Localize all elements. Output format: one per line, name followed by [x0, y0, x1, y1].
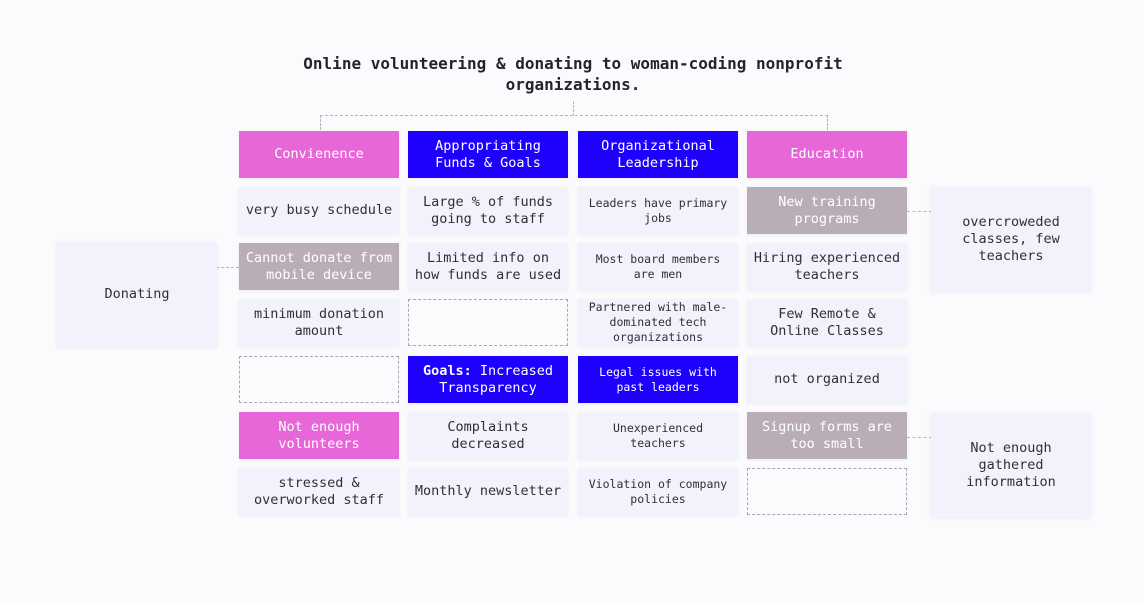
card-partnered-male-dominated: Partnered with male-dominated tech organ…	[578, 299, 738, 346]
side-note-donating-label: Donating	[104, 286, 170, 302]
card-legal-issues: Legal issues with past leaders	[578, 356, 738, 403]
column-header-appropriating-funds: Appropriating Funds & Goals	[408, 131, 568, 178]
card-unexperienced-teachers: Unexperienced teachers	[578, 412, 738, 459]
connector-not-enough-info	[907, 437, 932, 438]
side-note-donating: Donating	[57, 242, 217, 347]
card-funds-to-staff: Large % of funds going to staff	[408, 187, 568, 234]
card-minimum-donation: minimum donation amount	[239, 299, 399, 346]
card-hiring-experienced-teachers: Hiring experienced teachers	[747, 243, 907, 290]
card-limited-funds-info: Limited info on how funds are used	[408, 243, 568, 290]
card-stressed-staff: stressed & overworked staff	[239, 468, 399, 515]
connector-header-bar	[320, 115, 828, 116]
connector-col1-drop	[320, 115, 321, 130]
side-note-overcrowded-label: overcroweded classes, few teachers	[962, 213, 1060, 264]
connector-overcrowded	[907, 211, 932, 212]
connector-donating	[216, 267, 239, 268]
connector-col4-drop	[827, 115, 828, 130]
card-new-training-programs: New training programs	[747, 187, 907, 234]
card-signup-forms-small: Signup forms are too small	[747, 412, 907, 459]
card-cannot-donate-mobile: Cannot donate from mobile device	[239, 243, 399, 290]
card-board-members-men: Most board members are men	[578, 243, 738, 290]
column-header-education: Education	[747, 131, 907, 178]
card-leaders-primary-jobs: Leaders have primary jobs	[578, 187, 738, 234]
connector-title-stem	[573, 101, 574, 116]
diagram-title: Online volunteering & donating to woman-…	[303, 54, 843, 94]
card-policy-violation: Violation of company policies	[578, 468, 738, 515]
card-not-organized: not organized	[747, 356, 907, 403]
card-complaints-decreased: Complaints decreased	[408, 412, 568, 459]
card-not-enough-volunteers: Not enough volunteers	[239, 412, 399, 459]
side-note-not-enough-info-label: Not enough gathered information	[966, 439, 1056, 490]
card-goals-transparency: Goals: Increased Transparency	[408, 356, 568, 403]
goals-prefix: Goals:	[422, 362, 472, 379]
side-note-not-enough-info: Not enough gathered information	[931, 413, 1091, 517]
column-header-organizational-leadership: Organizational Leadership	[578, 131, 738, 178]
card-remote-online-classes: Few Remote & Online Classes	[747, 299, 907, 346]
card-empty-placeholder	[747, 468, 907, 515]
side-note-overcrowded: overcroweded classes, few teachers	[931, 187, 1091, 291]
card-empty-placeholder	[408, 299, 568, 346]
card-empty-placeholder	[239, 356, 399, 403]
card-busy-schedule: very busy schedule	[239, 187, 399, 234]
card-monthly-newsletter: Monthly newsletter	[408, 468, 568, 515]
column-header-convienence: Convienence	[239, 131, 399, 178]
